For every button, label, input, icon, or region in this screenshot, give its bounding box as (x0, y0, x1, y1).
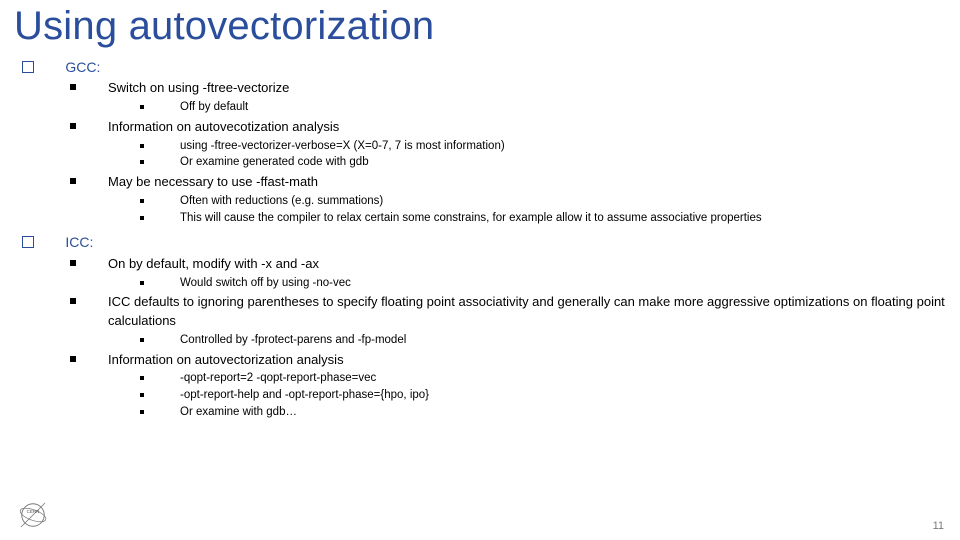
list-subitem: -qopt-report=2 -qopt-report-phase=vec (140, 370, 946, 387)
list-subitem: Or examine with gdb… (140, 404, 946, 421)
section-gcc: GCC: (22, 57, 946, 77)
section-label: GCC: (65, 57, 100, 77)
item-text: Switch on using -ftree-vectorize (108, 79, 289, 98)
list-item: ICC defaults to ignoring parentheses to … (70, 293, 946, 331)
subitem-text: using -ftree-vectorizer-verbose=X (X=0-7… (180, 138, 505, 155)
section-icc: ICC: (22, 232, 946, 252)
square-bullet-icon (22, 61, 34, 73)
square-bullet-icon (140, 216, 144, 220)
list-item: May be necessary to use -ffast-math (70, 173, 946, 192)
square-bullet-icon (140, 410, 144, 414)
square-bullet-icon (70, 178, 76, 184)
square-bullet-icon (140, 105, 144, 109)
square-bullet-icon (140, 160, 144, 164)
logo-text: CERN (27, 509, 40, 514)
list-item: On by default, modify with -x and -ax (70, 255, 946, 274)
list-item: Information on autovectorization analysi… (70, 351, 946, 370)
square-bullet-icon (140, 393, 144, 397)
square-bullet-icon (70, 298, 76, 304)
square-bullet-icon (70, 260, 76, 266)
square-bullet-icon (70, 123, 76, 129)
cern-logo-icon: CERN (18, 500, 48, 530)
page-number: 11 (933, 520, 944, 532)
item-text: ICC defaults to ignoring parentheses to … (108, 293, 946, 331)
square-bullet-icon (70, 356, 76, 362)
list-subitem: Off by default (140, 99, 946, 116)
list-subitem: Would switch off by using -no-vec (140, 275, 946, 292)
square-bullet-icon (140, 281, 144, 285)
subitem-text: -opt-report-help and -opt-report-phase={… (180, 387, 429, 404)
subitem-text: Controlled by -fprotect-parens and -fp-m… (180, 332, 406, 349)
subitem-text: This will cause the compiler to relax ce… (180, 210, 762, 227)
square-bullet-icon (140, 338, 144, 342)
square-bullet-icon (140, 144, 144, 148)
square-bullet-icon (140, 376, 144, 380)
list-subitem: Often with reductions (e.g. summations) (140, 193, 946, 210)
list-item: Information on autovecotization analysis (70, 118, 946, 137)
item-text: On by default, modify with -x and -ax (108, 255, 319, 274)
list-item: Switch on using -ftree-vectorize (70, 79, 946, 98)
square-bullet-icon (140, 199, 144, 203)
subitem-text: Or examine generated code with gdb (180, 154, 369, 171)
item-text: Information on autovectorization analysi… (108, 351, 344, 370)
square-bullet-icon (70, 84, 76, 90)
list-subitem: This will cause the compiler to relax ce… (140, 210, 946, 227)
subitem-text: Off by default (180, 99, 248, 116)
list-subitem: Controlled by -fprotect-parens and -fp-m… (140, 332, 946, 349)
slide: Using autovectorization GCC: Switch on u… (0, 0, 960, 540)
section-label: ICC: (65, 232, 93, 252)
list-subitem: using -ftree-vectorizer-verbose=X (X=0-7… (140, 138, 946, 155)
subitem-text: -qopt-report=2 -qopt-report-phase=vec (180, 370, 376, 387)
square-bullet-icon (22, 236, 34, 248)
item-text: Information on autovecotization analysis (108, 118, 339, 137)
subitem-text: Or examine with gdb… (180, 404, 297, 421)
slide-content: GCC: Switch on using -ftree-vectorize Of… (14, 57, 946, 420)
list-subitem: Or examine generated code with gdb (140, 154, 946, 171)
subitem-text: Would switch off by using -no-vec (180, 275, 351, 292)
item-text: May be necessary to use -ffast-math (108, 173, 318, 192)
list-subitem: -opt-report-help and -opt-report-phase={… (140, 387, 946, 404)
subitem-text: Often with reductions (e.g. summations) (180, 193, 383, 210)
slide-title: Using autovectorization (14, 4, 946, 49)
